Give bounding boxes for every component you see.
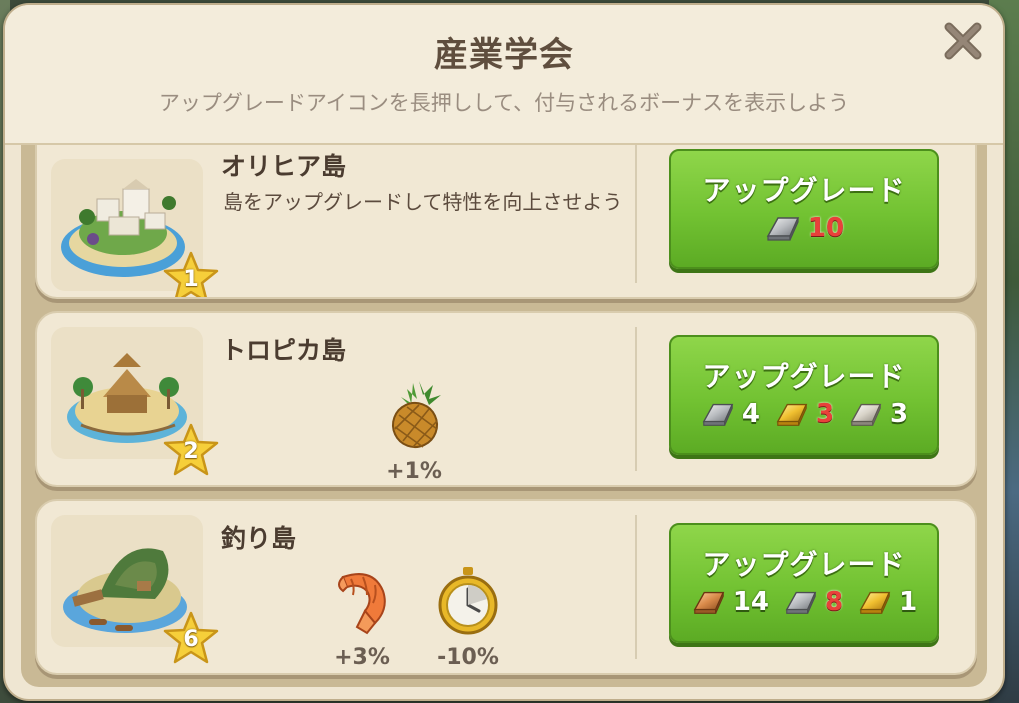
island-list[interactable]: 1 オリヒア島 島をアップグレードして特性を向上させよう アップグレード 10 bbox=[21, 143, 987, 687]
upgrade-button-label: アップグレード bbox=[702, 548, 906, 581]
cost-amount: 1 bbox=[899, 587, 918, 617]
cost-item: 14 bbox=[691, 587, 769, 617]
cost-amount: 4 bbox=[741, 399, 760, 429]
upgrade-button[interactable]: アップグレード 14 8 1 bbox=[669, 523, 939, 643]
card-divider bbox=[635, 143, 637, 283]
cost-item: 8 bbox=[783, 587, 843, 617]
cost-amount: 10 bbox=[807, 213, 845, 243]
silver-bar-icon bbox=[766, 217, 800, 241]
silver-bar-icon bbox=[785, 591, 817, 614]
cost-item: 3 bbox=[774, 399, 834, 429]
island-name: 釣り島 bbox=[221, 524, 297, 553]
bonus-value: -10% bbox=[437, 645, 499, 670]
cost-item: 3 bbox=[848, 399, 908, 429]
cost-amount: 14 bbox=[732, 587, 769, 617]
cost-item: 4 bbox=[700, 399, 760, 429]
upgrade-button-label: アップグレード bbox=[702, 174, 906, 207]
upgrade-button[interactable]: アップグレード 10 bbox=[669, 149, 939, 269]
island-name: オリヒア島 bbox=[221, 152, 347, 181]
bonus-item[interactable]: -10% bbox=[413, 565, 523, 670]
gold-bar-icon bbox=[776, 403, 808, 426]
upgrade-button[interactable]: アップグレード 4 3 3 bbox=[669, 335, 939, 455]
copper-bar-icon bbox=[693, 591, 725, 614]
bonus-value: +3% bbox=[334, 645, 390, 670]
cost-item: 1 bbox=[857, 587, 917, 617]
card-divider bbox=[635, 515, 637, 659]
island-level: 2 bbox=[183, 439, 199, 464]
island-level: 6 bbox=[183, 627, 199, 652]
close-icon bbox=[944, 22, 982, 60]
island-card-fishing: 6 釣り島 +3% -10% アップグレード 14 8 1 bbox=[35, 499, 977, 675]
cost-item: 10 bbox=[764, 213, 844, 243]
level-star-badge: 6 bbox=[163, 611, 219, 665]
modal-title: 産業学会 bbox=[434, 35, 574, 75]
cost-amount: 3 bbox=[890, 399, 909, 429]
gold-bar-icon bbox=[859, 591, 891, 614]
upgrade-cost: 10 bbox=[671, 213, 937, 243]
level-star-badge: 2 bbox=[163, 423, 219, 477]
industry-academy-modal: 産業学会 アップグレードアイコンを長押しして、付与されるボーナスを表示しよう 1… bbox=[3, 3, 1005, 701]
bonus-value: +1% bbox=[386, 459, 442, 484]
upgrade-button-label: アップグレード bbox=[702, 360, 906, 393]
close-button[interactable] bbox=[941, 19, 985, 63]
card-divider bbox=[635, 327, 637, 471]
level-star-badge: 1 bbox=[163, 251, 219, 297]
island-name: トロピカ島 bbox=[221, 336, 347, 365]
bonus-item[interactable]: +3% bbox=[307, 565, 417, 670]
island-level: 1 bbox=[183, 267, 199, 292]
modal-subtitle: アップグレードアイコンを長押しして、付与されるボーナスを表示しよう bbox=[158, 91, 850, 115]
pineapple-icon bbox=[392, 381, 441, 448]
platinum-bar-icon bbox=[850, 403, 882, 426]
stopwatch-icon bbox=[438, 567, 498, 635]
modal-header: 産業学会 アップグレードアイコンを長押しして、付与されるボーナスを表示しよう bbox=[5, 5, 1003, 145]
island-description: 島をアップグレードして特性を向上させよう bbox=[223, 190, 623, 214]
island-card-olivia: 1 オリヒア島 島をアップグレードして特性を向上させよう アップグレード 10 bbox=[35, 143, 977, 299]
shrimp-icon bbox=[338, 573, 386, 635]
upgrade-cost: 4 3 3 bbox=[671, 399, 937, 429]
upgrade-cost: 14 8 1 bbox=[671, 587, 937, 617]
silver-bar-icon bbox=[702, 403, 734, 426]
island-card-tropica: 2 トロピカ島 +1% アップグレード 4 3 3 bbox=[35, 311, 977, 487]
cost-amount: 3 bbox=[815, 399, 835, 429]
cost-amount: 8 bbox=[825, 587, 844, 617]
bonus-item[interactable]: +1% bbox=[359, 377, 469, 484]
